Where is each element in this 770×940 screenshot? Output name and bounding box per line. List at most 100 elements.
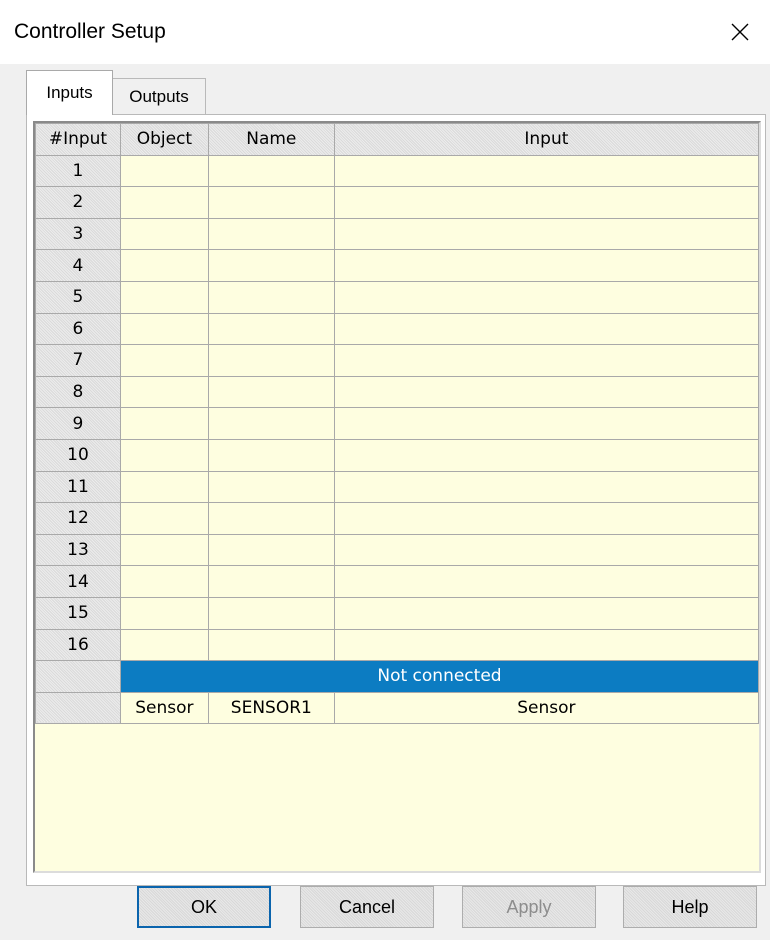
row-number[interactable]: 1 bbox=[35, 154, 121, 188]
input-object-cell[interactable] bbox=[119, 344, 209, 377]
input-row[interactable]: 16 bbox=[35, 628, 759, 662]
input-row[interactable]: 2 bbox=[35, 186, 759, 219]
input-name-cell[interactable] bbox=[207, 312, 335, 346]
input-name-cell[interactable] bbox=[207, 375, 335, 409]
input-object-cell[interactable] bbox=[119, 186, 209, 219]
row-number[interactable]: 6 bbox=[35, 312, 121, 346]
input-object-cell[interactable] bbox=[119, 280, 209, 314]
input-row[interactable]: 4 bbox=[35, 249, 759, 282]
input-name-cell[interactable] bbox=[207, 407, 335, 440]
input-source-cell[interactable] bbox=[333, 375, 759, 409]
input-source-cell[interactable] bbox=[333, 502, 759, 535]
input-row[interactable]: 8 bbox=[35, 375, 759, 409]
input-source-cell[interactable] bbox=[333, 186, 759, 219]
input-source-cell[interactable] bbox=[333, 533, 759, 567]
input-source-cell[interactable] bbox=[333, 344, 759, 377]
input-object-cell[interactable] bbox=[119, 502, 209, 535]
row-header[interactable] bbox=[35, 660, 121, 693]
row-number[interactable]: 7 bbox=[35, 344, 121, 377]
input-source-cell[interactable] bbox=[333, 470, 759, 504]
input-row[interactable]: 12 bbox=[35, 502, 759, 535]
row-number[interactable]: 5 bbox=[35, 280, 121, 314]
input-object-cell[interactable] bbox=[119, 375, 209, 409]
input-object-cell[interactable] bbox=[119, 154, 209, 188]
ok-button[interactable]: OK bbox=[137, 886, 271, 928]
input-object-cell[interactable] bbox=[119, 628, 209, 662]
column-header-name[interactable]: Name bbox=[207, 123, 335, 156]
row-number[interactable]: 2 bbox=[35, 186, 121, 219]
input-object-cell[interactable] bbox=[119, 407, 209, 440]
apply-button: Apply bbox=[462, 886, 596, 928]
input-row[interactable]: 5 bbox=[35, 280, 759, 314]
input-name-cell[interactable] bbox=[207, 565, 335, 598]
input-name-cell[interactable] bbox=[207, 217, 335, 251]
header-row: #Input Object Name Input bbox=[35, 123, 759, 156]
input-source-cell[interactable] bbox=[333, 407, 759, 440]
input-source-cell[interactable] bbox=[333, 628, 759, 662]
input-source-cell[interactable] bbox=[333, 154, 759, 188]
input-name-cell[interactable] bbox=[207, 280, 335, 314]
input-object-cell[interactable] bbox=[119, 533, 209, 567]
input-object-cell[interactable] bbox=[119, 470, 209, 504]
input-object-cell[interactable] bbox=[119, 312, 209, 346]
input-object-cell[interactable] bbox=[119, 249, 209, 282]
help-button[interactable]: Help bbox=[623, 886, 757, 928]
column-header-input[interactable]: Input bbox=[333, 123, 759, 156]
input-source-cell[interactable] bbox=[333, 312, 759, 346]
title-bar: Controller Setup bbox=[0, 0, 770, 64]
sensor-input-cell[interactable]: Sensor bbox=[333, 691, 759, 725]
row-number[interactable]: 3 bbox=[35, 217, 121, 251]
inputs-grid[interactable]: #Input Object Name Input 1 2 3 4 5 6 7 8 9 10 11 12… bbox=[33, 121, 761, 873]
cancel-button[interactable]: Cancel bbox=[300, 886, 434, 928]
input-name-cell[interactable] bbox=[207, 470, 335, 504]
row-number[interactable]: 15 bbox=[35, 596, 121, 630]
input-row[interactable]: 10 bbox=[35, 438, 759, 472]
input-row[interactable]: 11 bbox=[35, 470, 759, 504]
input-object-cell[interactable] bbox=[119, 217, 209, 251]
sensor-row[interactable]: Sensor SENSOR1 Sensor bbox=[35, 691, 759, 725]
input-name-cell[interactable] bbox=[207, 186, 335, 219]
row-number[interactable]: 14 bbox=[35, 565, 121, 598]
tab-outputs[interactable]: Outputs bbox=[112, 78, 206, 114]
input-source-cell[interactable] bbox=[333, 280, 759, 314]
input-source-cell[interactable] bbox=[333, 217, 759, 251]
input-row[interactable]: 3 bbox=[35, 217, 759, 251]
tab-inputs[interactable]: Inputs bbox=[26, 70, 113, 115]
row-number[interactable]: 13 bbox=[35, 533, 121, 567]
row-number[interactable]: 8 bbox=[35, 375, 121, 409]
input-source-cell[interactable] bbox=[333, 596, 759, 630]
input-object-cell[interactable] bbox=[119, 438, 209, 472]
row-number[interactable]: 10 bbox=[35, 438, 121, 472]
sensor-object-cell[interactable]: Sensor bbox=[119, 691, 209, 725]
input-row[interactable]: 15 bbox=[35, 596, 759, 630]
input-name-cell[interactable] bbox=[207, 249, 335, 282]
column-header-input-number[interactable]: #Input bbox=[35, 123, 121, 156]
input-name-cell[interactable] bbox=[207, 154, 335, 188]
column-header-object[interactable]: Object bbox=[119, 123, 209, 156]
input-row[interactable]: 1 bbox=[35, 154, 759, 188]
input-row[interactable]: 7 bbox=[35, 344, 759, 377]
input-row[interactable]: 14 bbox=[35, 565, 759, 598]
row-number[interactable]: 16 bbox=[35, 628, 121, 662]
input-row[interactable]: 13 bbox=[35, 533, 759, 567]
input-source-cell[interactable] bbox=[333, 565, 759, 598]
input-source-cell[interactable] bbox=[333, 438, 759, 472]
input-object-cell[interactable] bbox=[119, 596, 209, 630]
row-number[interactable]: 9 bbox=[35, 407, 121, 440]
input-name-cell[interactable] bbox=[207, 596, 335, 630]
close-button[interactable] bbox=[710, 0, 770, 64]
input-row[interactable]: 6 bbox=[35, 312, 759, 346]
row-header[interactable] bbox=[35, 691, 121, 725]
input-name-cell[interactable] bbox=[207, 628, 335, 662]
input-name-cell[interactable] bbox=[207, 533, 335, 567]
input-source-cell[interactable] bbox=[333, 249, 759, 282]
row-number[interactable]: 12 bbox=[35, 502, 121, 535]
row-number[interactable]: 4 bbox=[35, 249, 121, 282]
input-name-cell[interactable] bbox=[207, 344, 335, 377]
row-number[interactable]: 11 bbox=[35, 470, 121, 504]
input-object-cell[interactable] bbox=[119, 565, 209, 598]
input-name-cell[interactable] bbox=[207, 438, 335, 472]
input-name-cell[interactable] bbox=[207, 502, 335, 535]
input-row[interactable]: 9 bbox=[35, 407, 759, 440]
sensor-name-cell[interactable]: SENSOR1 bbox=[207, 691, 335, 725]
